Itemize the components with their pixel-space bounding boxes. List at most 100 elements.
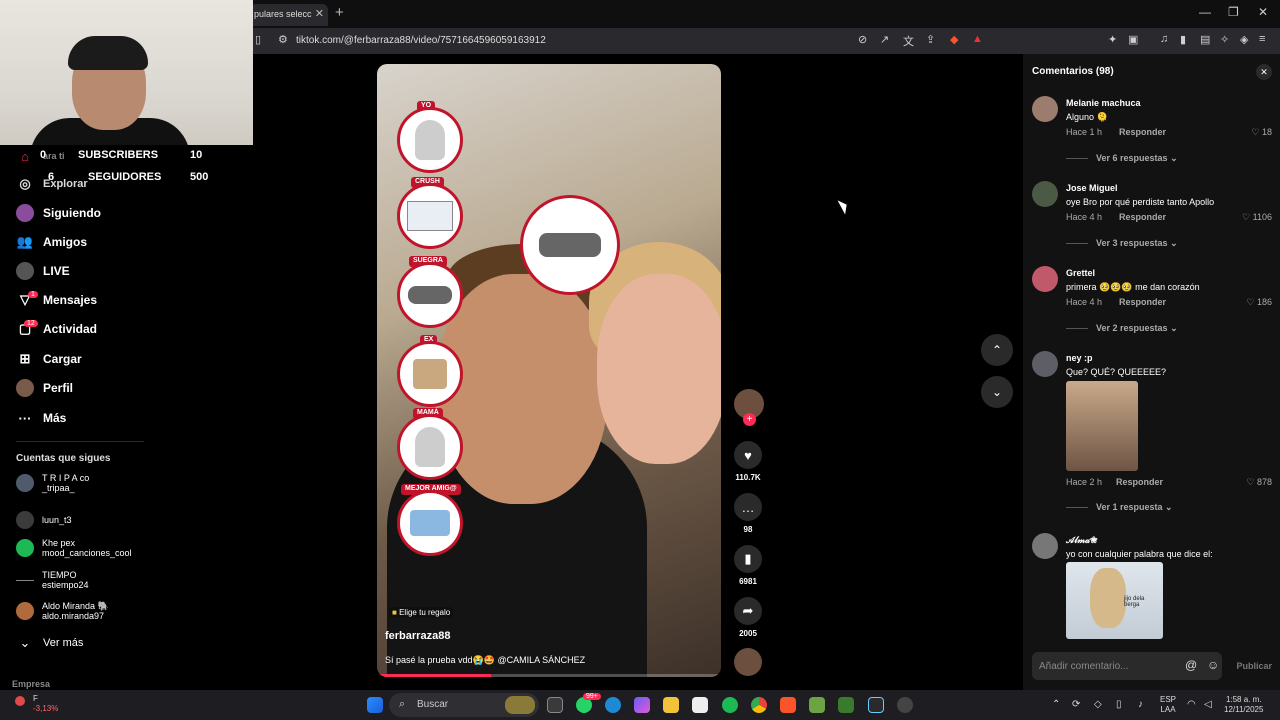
following-account[interactable]: TIEMPO estiempo24 [16,570,89,590]
reply-button[interactable]: Responder [1119,297,1166,307]
reader-icon[interactable]: ⊘ [858,33,867,46]
following-account[interactable]: Khe pex mood_canciones_cool [16,538,132,558]
publish-button[interactable]: Publicar [1236,661,1272,671]
comment-likes[interactable]: ♡ 1106 [1242,212,1272,223]
comment-icon[interactable]: … [734,493,762,521]
open-external-icon[interactable]: ↗ [880,33,889,46]
browser-tab[interactable]: pulares selecc ✕ [250,4,328,26]
edge-icon[interactable] [605,697,621,713]
avatar[interactable] [1032,96,1058,122]
volume-icon[interactable]: ◁ [1204,699,1212,710]
video-progress-bar[interactable] [377,674,721,677]
sidebar-item-explorar[interactable]: ◎ Explorar [16,173,87,195]
music-icon[interactable]: ♫ [1160,33,1168,45]
taskbar-search[interactable]: ⌕ Buscar [389,693,539,717]
capcut-icon[interactable] [868,697,884,713]
sidebar-item-mas[interactable]: ··· Más [16,407,67,429]
close-icon[interactable]: ✕ [1256,64,1272,80]
language-indicator[interactable]: ESP LAA [1160,695,1176,715]
brave-shield-icon[interactable]: ◆ [950,33,958,46]
emoji-icon[interactable]: ☺ [1207,658,1219,672]
clock[interactable]: 1:58 a. m. 12/11/2025 [1224,695,1263,715]
follow-plus-icon[interactable]: + [743,413,756,426]
share-icon[interactable]: ⇪ [926,33,935,46]
comment-author[interactable]: Jose Miguel [1066,183,1118,193]
next-video-button[interactable]: ⌄ [981,376,1013,408]
bookmark-icon[interactable]: ▯ [255,33,261,46]
bookmark-icon[interactable]: ▮ [734,545,762,573]
following-account[interactable]: Aldo Miranda 🐘 aldo.miranda97 [16,601,109,621]
new-tab-button[interactable]: + [335,4,344,21]
tray-sync-icon[interactable]: ⟳ [1072,699,1080,710]
sidebar-item-perfil[interactable]: Perfil [16,377,73,399]
site-settings-icon[interactable]: ⚙ [278,33,288,46]
video-author[interactable]: ferbarraza88 [385,630,450,642]
avatar[interactable] [1032,266,1058,292]
view-replies-button[interactable]: Ver 6 respuestas ⌄ [1066,153,1178,164]
following-account[interactable]: T R I P A co _tripaa_ [16,473,89,493]
avatar[interactable] [1032,351,1058,377]
minecraft-icon[interactable] [838,697,854,713]
leo-icon[interactable]: ✧ [1220,33,1229,46]
tray-app-icon[interactable]: ◇ [1094,699,1102,710]
share-action[interactable]: ➦ 2005 [734,597,762,638]
following-account[interactable]: luun_t3 [16,511,72,529]
heart-icon[interactable]: ♥ [734,441,762,469]
weather-widget[interactable]: F -3,13% [15,694,58,714]
view-replies-button[interactable]: Ver 3 respuestas ⌄ [1066,238,1178,249]
reply-button[interactable]: Responder [1119,212,1166,222]
tray-mic-icon[interactable]: ♪ [1138,699,1143,710]
gift-prompt[interactable]: ■ Elige tu regalo [389,607,454,618]
url-text[interactable]: tiktok.com/@ferbarraza88/video/757166459… [296,35,546,46]
task-view-icon[interactable] [547,697,563,713]
comment-author[interactable]: Grettel [1066,268,1095,278]
previous-video-button[interactable]: ⌃ [981,334,1013,366]
comment-image[interactable] [1066,381,1138,471]
sidebar-item-amigos[interactable]: 👥 Amigos [16,231,87,253]
maximize-button[interactable]: ❐ [1228,5,1239,19]
vpn-icon[interactable]: ◈ [1240,33,1248,46]
like-action[interactable]: ♥ 110.7K [734,441,762,482]
mention-icon[interactable]: @ [1185,658,1197,672]
save-action[interactable]: ▮ 6981 [734,545,762,586]
sidebar-toggle-icon[interactable]: ▮ [1180,33,1186,46]
file-explorer-icon[interactable] [663,697,679,713]
extensions-icon[interactable]: ✦ [1108,33,1117,46]
avatar[interactable] [1032,533,1058,559]
tray-battery-icon[interactable]: ▯ [1116,699,1122,710]
reply-button[interactable]: Responder [1116,477,1163,487]
brave-rewards-icon[interactable]: ▲ [972,33,983,45]
store-icon[interactable] [692,697,708,713]
comment-author[interactable]: 𝒜𝓁𝓂𝒶❀ [1066,535,1097,546]
comment-likes[interactable]: ♡ 878 [1246,477,1272,488]
screenshot-icon[interactable]: ▣ [1128,33,1138,46]
chrome-icon[interactable] [751,697,767,713]
close-window-button[interactable]: ✕ [1258,5,1268,19]
start-icon[interactable] [367,697,383,713]
sidebar-item-cargar[interactable]: ⊞ Cargar [16,348,82,370]
author-avatar-button[interactable]: + [734,389,764,426]
tab-close-icon[interactable]: ✕ [315,7,324,20]
menu-icon[interactable]: ≡ [1259,33,1265,45]
sidebar-item-live[interactable]: LIVE [16,260,70,282]
spotify-icon[interactable] [722,697,738,713]
tray-chevron-icon[interactable]: ⌃ [1052,699,1060,710]
translate-icon[interactable]: 文 [903,33,914,49]
sidebar-item-siguiendo[interactable]: Siguiendo [16,202,101,224]
copilot-icon[interactable] [634,697,650,713]
comment-image[interactable]: jijo dela berga [1066,562,1163,639]
wifi-icon[interactable]: ◠ [1187,699,1196,710]
comment-action[interactable]: … 98 [734,493,762,534]
view-replies-button[interactable]: Ver 1 respuesta ⌄ [1066,502,1173,513]
wallet-icon[interactable]: ▤ [1200,33,1210,46]
share-arrow-icon[interactable]: ➦ [734,597,762,625]
game-launcher-icon[interactable] [809,697,825,713]
view-replies-button[interactable]: Ver 2 respuestas ⌄ [1066,323,1178,334]
video-player[interactable]: YO CRUSH SUEGRA EX MAMÁ MEJOR AMIG@ ■ El… [377,64,721,677]
see-more-button[interactable]: ⌄ Ver más [16,632,84,654]
footer-link[interactable]: Empresa [12,679,50,689]
minimize-button[interactable]: — [1199,5,1211,19]
comment-likes[interactable]: ♡ 18 [1251,127,1272,138]
avatar[interactable] [1032,181,1058,207]
brave-icon[interactable] [780,697,796,713]
